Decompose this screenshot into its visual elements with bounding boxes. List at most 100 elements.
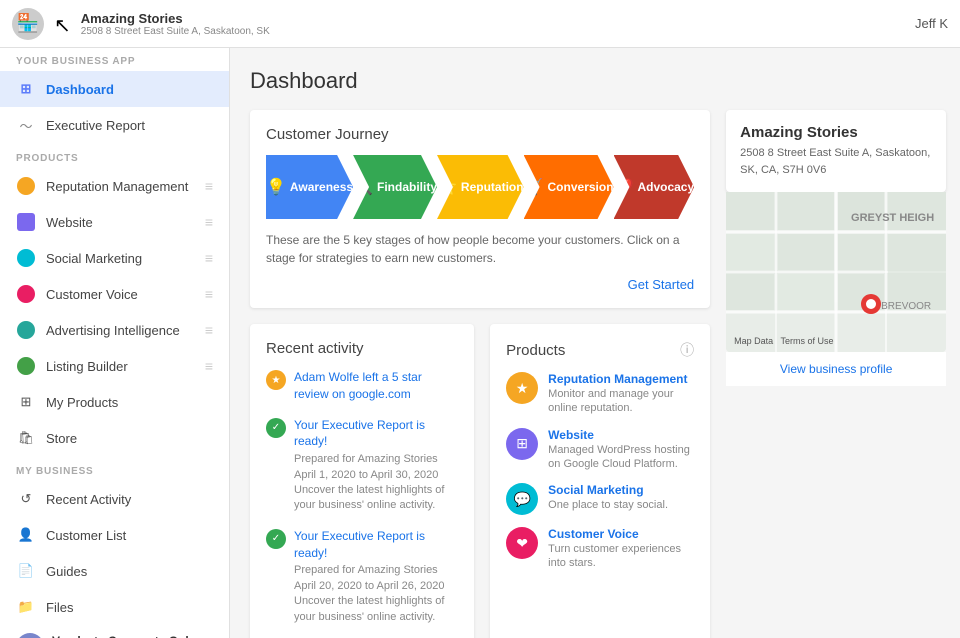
user-info: Vendasta Corporate Only 💬 Contact Us — [52, 634, 213, 638]
topbar: 🏪 ↖ Amazing Stories 2508 8 Street East S… — [0, 0, 960, 48]
sidebar-item-label: Listing Builder — [46, 359, 205, 374]
product-item-social: 💬 Social Marketing One place to stay soc… — [506, 483, 694, 515]
findability-label: Findability — [377, 180, 437, 194]
sidebar-item-social[interactable]: Social Marketing ≡ — [0, 240, 229, 276]
right-panel: Amazing Stories 2508 8 Street East Suite… — [726, 110, 946, 638]
sidebar-item-store[interactable]: 🛍 Store — [0, 420, 229, 456]
user-avatar: V — [16, 633, 44, 638]
exec-report-icon: 〜 — [16, 115, 36, 135]
sidebar-item-label: Recent Activity — [46, 492, 213, 507]
product-info-web: Website Managed WordPress hosting on Goo… — [548, 428, 694, 472]
sidebar-item-label: Reputation Management — [46, 179, 205, 194]
drag-icon: ≡ — [205, 178, 213, 194]
sidebar-item-files[interactable]: 📁 Files — [0, 589, 229, 625]
main-content: Dashboard Customer Journey 💡 Awareness 🔍… — [230, 48, 960, 638]
activity-link-2[interactable]: Your Executive Report is ready! — [294, 528, 458, 562]
page-title: Dashboard — [250, 68, 940, 94]
reputation-label: Reputation — [461, 180, 524, 194]
drag-icon: ≡ — [205, 322, 213, 338]
sidebar-item-recent-activity[interactable]: ↺ Recent Activity — [0, 481, 229, 517]
customer-product-name[interactable]: Customer Voice — [548, 527, 694, 541]
topbar-user: Jeff K — [915, 16, 948, 31]
sidebar-item-label: My Products — [46, 395, 213, 410]
conversion-icon: 🛒 — [524, 177, 544, 197]
sidebar-item-executive-report[interactable]: 〜 Executive Report — [0, 107, 229, 143]
drag-icon: ≡ — [205, 358, 213, 374]
activity-content-1: Your Executive Report is ready! Prepared… — [294, 417, 458, 514]
products-title: Products — [506, 342, 565, 359]
stage-reputation[interactable]: ⭐ Reputation — [437, 155, 524, 219]
activity-content-2: Your Executive Report is ready! Prepared… — [294, 528, 458, 625]
awareness-label: Awareness — [290, 180, 353, 194]
content-area: Customer Journey 💡 Awareness 🔍 Findabili… — [250, 110, 940, 638]
drag-icon: ≡ — [205, 250, 213, 266]
activity-link-0[interactable]: Adam Wolfe left a 5 star review on googl… — [294, 369, 458, 403]
business-panel-address: 2508 8 Street East Suite A, Saskatoon, S… — [740, 145, 932, 178]
sidebar-item-customer-voice[interactable]: Customer Voice ≡ — [0, 276, 229, 312]
topbar-left: 🏪 ↖ Amazing Stories 2508 8 Street East S… — [12, 8, 270, 40]
sidebar-item-dashboard[interactable]: ⊞ Dashboard — [0, 71, 229, 107]
rep-product-name[interactable]: Reputation Management — [548, 372, 694, 386]
product-item-web: ⊞ Website Managed WordPress hosting on G… — [506, 428, 694, 472]
my-business-label: MY BUSINESS — [0, 456, 229, 481]
view-profile: View business profile — [726, 352, 946, 386]
sidebar-item-website[interactable]: Website ≡ — [0, 204, 229, 240]
website-icon — [16, 212, 36, 232]
sidebar-item-label: Dashboard — [46, 82, 213, 97]
sidebar-item-label: Social Marketing — [46, 251, 205, 266]
sidebar-item-label: Executive Report — [46, 118, 213, 133]
reputation-icon — [16, 176, 36, 196]
stage-advocacy[interactable]: ❤️ Advocacy — [614, 155, 695, 219]
activity-icon-2: ✓ — [266, 529, 286, 549]
sidebar-item-guides[interactable]: 📄 Guides — [0, 553, 229, 589]
social-icon — [16, 248, 36, 268]
view-profile-link[interactable]: View business profile — [780, 362, 893, 376]
journey-description: These are the 5 key stages of how people… — [266, 231, 694, 267]
sidebar-item-myproducts[interactable]: ⊞ My Products — [0, 384, 229, 420]
web-product-name[interactable]: Website — [548, 428, 694, 442]
topbar-user-name: Jeff K — [915, 16, 948, 31]
social-product-icon: 💬 — [506, 483, 538, 515]
get-started-link[interactable]: Get Started — [628, 277, 694, 292]
user-display-name: Vendasta Corporate Only — [52, 634, 213, 638]
files-icon: 📁 — [16, 597, 36, 617]
journey-stages: 💡 Awareness 🔍 Findability ⭐ Reputation — [266, 155, 694, 219]
activity-item: ✓ Your Executive Report is ready! Prepar… — [266, 528, 458, 625]
web-product-desc: Managed WordPress hosting on Google Clou… — [548, 443, 694, 472]
store-icon: 🛍 — [16, 428, 36, 448]
product-item-customer: ❤ Customer Voice Turn customer experienc… — [506, 527, 694, 571]
social-product-name[interactable]: Social Marketing — [548, 483, 668, 497]
sidebar-item-label: Store — [46, 431, 213, 446]
sidebar-item-listing[interactable]: Listing Builder ≡ — [0, 348, 229, 384]
advocacy-label: Advocacy — [637, 180, 694, 194]
drag-icon: ≡ — [205, 286, 213, 302]
map-area-label2: BREVOOR — [881, 301, 931, 312]
sidebar-item-reputation[interactable]: Reputation Management ≡ — [0, 168, 229, 204]
sidebar-item-label: Guides — [46, 564, 213, 579]
sidebar-user: V Vendasta Corporate Only 💬 Contact Us — [0, 625, 229, 638]
product-item-rep: ★ Reputation Management Monitor and mana… — [506, 372, 694, 416]
guides-icon: 📄 — [16, 561, 36, 581]
topbar-business-info: Amazing Stories 2508 8 Street East Suite… — [81, 11, 270, 37]
advocacy-icon: ❤️ — [614, 177, 634, 197]
stage-awareness[interactable]: 💡 Awareness — [266, 155, 353, 219]
activity-icon-0: ★ — [266, 370, 286, 390]
dashboard-icon: ⊞ — [16, 79, 36, 99]
stage-findability[interactable]: 🔍 Findability — [353, 155, 437, 219]
sidebar-item-customer-list[interactable]: 👤 Customer List — [0, 517, 229, 553]
stage-conversion[interactable]: 🛒 Conversion — [524, 155, 614, 219]
sidebar-item-label: Website — [46, 215, 205, 230]
activity-link-1[interactable]: Your Executive Report is ready! — [294, 417, 458, 451]
business-panel-name: Amazing Stories — [740, 124, 932, 141]
customer-product-desc: Turn customer experiences into stars. — [548, 542, 694, 571]
product-info-social: Social Marketing One place to stay socia… — [548, 483, 668, 512]
activity-icon-1: ✓ — [266, 418, 286, 438]
reputation-stage-icon: ⭐ — [437, 177, 457, 197]
main-left: Customer Journey 💡 Awareness 🔍 Findabili… — [250, 110, 710, 638]
journey-footer: Get Started — [266, 277, 694, 292]
sidebar-item-label: Customer Voice — [46, 287, 205, 302]
customer-list-icon: 👤 — [16, 525, 36, 545]
recent-activity-card: Recent activity ★ Adam Wolfe left a 5 st… — [250, 324, 474, 638]
sidebar: YOUR BUSINESS APP ⊞ Dashboard 〜 Executiv… — [0, 48, 230, 638]
sidebar-item-advertising[interactable]: Advertising Intelligence ≡ — [0, 312, 229, 348]
